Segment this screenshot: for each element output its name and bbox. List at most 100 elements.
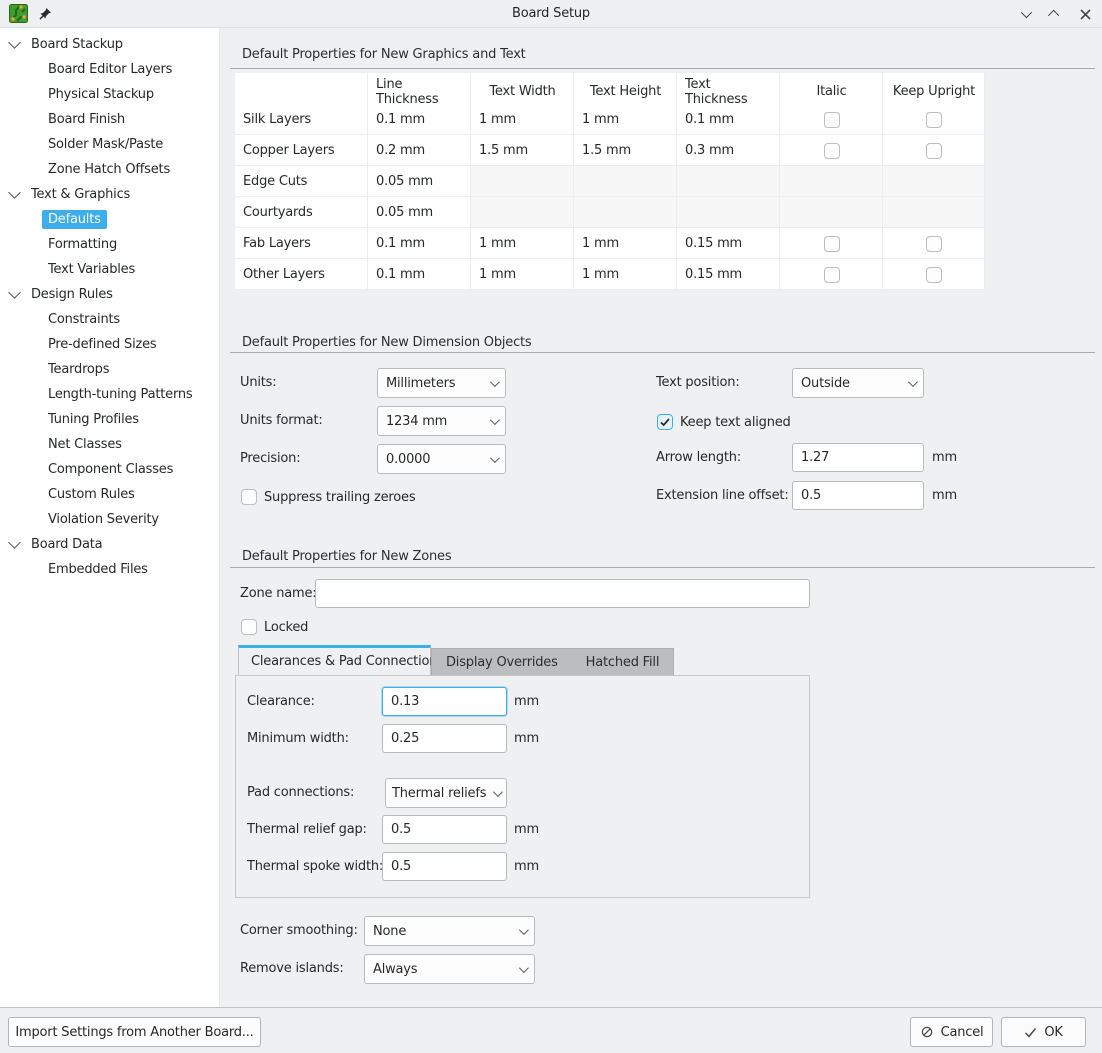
cell-other-line-thickness[interactable]: 0.1 mm <box>368 259 471 290</box>
thermal-spoke-width-input[interactable] <box>382 852 507 881</box>
sidebar-item-custom-rules[interactable]: Custom Rules <box>0 482 219 507</box>
corner-smoothing-select[interactable]: None <box>364 916 535 946</box>
thermal-relief-gap-input[interactable] <box>382 815 507 844</box>
ok-button[interactable]: OK <box>1001 1017 1086 1047</box>
cell-silk-text-height[interactable]: 1 mm <box>574 104 677 135</box>
shade-icon[interactable] <box>1018 7 1032 21</box>
sidebar-item-length-tuning-patterns[interactable]: Length-tuning Patterns <box>0 382 219 407</box>
sidebar-item-tuning-profiles[interactable]: Tuning Profiles <box>0 407 219 432</box>
cell-fab-keep-upright <box>883 228 985 259</box>
chevron-down-icon[interactable] <box>8 286 21 299</box>
unshade-icon[interactable] <box>1048 7 1062 21</box>
cell-other-text-height[interactable]: 1 mm <box>574 259 677 290</box>
sidebar-item-board-finish[interactable]: Board Finish <box>0 107 219 132</box>
keep-text-aligned-checkbox[interactable] <box>657 414 673 430</box>
sidebar-item-label: Embedded Files <box>48 562 148 577</box>
cancel-button[interactable]: Cancel <box>910 1017 993 1047</box>
keep-upright-checkbox[interactable] <box>926 143 942 159</box>
sidebar-item-teardrops[interactable]: Teardrops <box>0 357 219 382</box>
sidebar-item-board-data[interactable]: Board Data <box>0 532 219 557</box>
sidebar-item-constraints[interactable]: Constraints <box>0 307 219 332</box>
sidebar-item-formatting[interactable]: Formatting <box>0 232 219 257</box>
italic-checkbox[interactable] <box>824 267 840 283</box>
cell-courtyards-line-thickness[interactable]: 0.05 mm <box>368 197 471 228</box>
sidebar-item-physical-stackup[interactable]: Physical Stackup <box>0 82 219 107</box>
cell-copper-text-height[interactable]: 1.5 mm <box>574 135 677 166</box>
keep-upright-checkbox[interactable] <box>926 267 942 283</box>
units-label: Units: <box>240 368 276 398</box>
keep-upright-checkbox[interactable] <box>926 112 942 128</box>
sidebar-item-text-graphics[interactable]: Text & Graphics <box>0 182 219 207</box>
sidebar-item-label: Formatting <box>48 237 117 252</box>
chevron-down-icon[interactable] <box>8 536 21 549</box>
sidebar-item-board-stackup[interactable]: Board Stackup <box>0 32 219 57</box>
sidebar-item-board-editor-layers[interactable]: Board Editor Layers <box>0 57 219 82</box>
cell-fab-text-height[interactable]: 1 mm <box>574 228 677 259</box>
chevron-down-icon[interactable] <box>8 36 21 49</box>
sidebar-item-net-classes[interactable]: Net Classes <box>0 432 219 457</box>
import-settings-label: Import Settings from Another Board... <box>15 1025 253 1040</box>
ok-check-icon <box>1024 1026 1037 1039</box>
cell-silk-text-width[interactable]: 1 mm <box>471 104 574 135</box>
locked-checkbox[interactable] <box>241 619 257 635</box>
cell-silk-text-thickness[interactable]: 0.1 mm <box>677 104 780 135</box>
cell-other-text-thickness[interactable]: 0.15 mm <box>677 259 780 290</box>
minimum-width-input[interactable] <box>382 724 507 753</box>
suppress-trailing-zeroes-checkbox[interactable] <box>241 489 257 505</box>
pad-connections-select[interactable]: Thermal reliefs <box>385 778 507 808</box>
cell-edge-line-thickness[interactable]: 0.05 mm <box>368 166 471 197</box>
clearance-input[interactable] <box>382 687 507 716</box>
sidebar-item-violation-severity[interactable]: Violation Severity <box>0 507 219 532</box>
minimum-width-label: Minimum width: <box>247 724 349 753</box>
sidebar-item-design-rules[interactable]: Design Rules <box>0 282 219 307</box>
sidebar-item-label: Length-tuning Patterns <box>48 387 192 402</box>
extension-line-offset-input[interactable] <box>792 481 924 510</box>
units-select[interactable]: Millimeters <box>377 368 506 398</box>
import-settings-button[interactable]: Import Settings from Another Board... <box>8 1017 261 1047</box>
keep-upright-checkbox[interactable] <box>926 236 942 252</box>
arrow-length-input[interactable] <box>792 443 924 472</box>
remove-islands-label: Remove islands: <box>240 954 344 984</box>
tab-display-overrides[interactable]: Display Overrides <box>432 649 572 675</box>
units-format-label: Units format: <box>240 406 323 436</box>
sidebar-item-label: Net Classes <box>48 437 122 452</box>
tab-clearances-pad-connections[interactable]: Clearances & Pad Connections <box>238 645 431 675</box>
cell-disabled <box>471 197 574 228</box>
zones-section-title: Default Properties for New Zones <box>242 549 451 564</box>
sidebar-item-text-variables[interactable]: Text Variables <box>0 257 219 282</box>
italic-checkbox[interactable] <box>824 236 840 252</box>
corner-smoothing-label: Corner smoothing: <box>240 916 358 946</box>
chevron-down-icon[interactable] <box>8 186 21 199</box>
sidebar-item-label: Teardrops <box>48 362 109 377</box>
tab-hatched-fill[interactable]: Hatched Fill <box>572 649 674 675</box>
cell-copper-text-width[interactable]: 1.5 mm <box>471 135 574 166</box>
zone-name-label: Zone name: <box>240 579 316 609</box>
titlebar: Board Setup <box>0 0 1102 28</box>
units-format-select[interactable]: 1234 mm <box>377 406 506 436</box>
precision-select[interactable]: 0.0000 <box>377 444 506 474</box>
remove-islands-select[interactable]: Always <box>364 954 535 984</box>
cell-fab-text-thickness[interactable]: 0.15 mm <box>677 228 780 259</box>
sidebar-item-defaults[interactable]: Defaults <box>0 207 219 232</box>
sidebar-item-solder-mask-paste[interactable]: Solder Mask/Paste <box>0 132 219 157</box>
sidebar-item-zone-hatch-offsets[interactable]: Zone Hatch Offsets <box>0 157 219 182</box>
cell-fab-line-thickness[interactable]: 0.1 mm <box>368 228 471 259</box>
italic-checkbox[interactable] <box>824 143 840 159</box>
ok-label: OK <box>1044 1025 1062 1040</box>
cell-silk-line-thickness[interactable]: 0.1 mm <box>368 104 471 135</box>
cell-silk-italic <box>780 104 883 135</box>
cell-fab-italic <box>780 228 883 259</box>
cell-copper-line-thickness[interactable]: 0.2 mm <box>368 135 471 166</box>
sidebar-item-label: Solder Mask/Paste <box>48 137 163 152</box>
cell-fab-text-width[interactable]: 1 mm <box>471 228 574 259</box>
cell-copper-text-thickness[interactable]: 0.3 mm <box>677 135 780 166</box>
sidebar-item-embedded-files[interactable]: Embedded Files <box>0 557 219 582</box>
close-icon[interactable] <box>1078 7 1092 21</box>
italic-checkbox[interactable] <box>824 112 840 128</box>
text-position-select[interactable]: Outside <box>792 368 924 398</box>
sidebar-item-component-classes[interactable]: Component Classes <box>0 457 219 482</box>
cell-other-text-width[interactable]: 1 mm <box>471 259 574 290</box>
zone-name-input[interactable] <box>315 579 810 608</box>
sidebar-item-pre-defined-sizes[interactable]: Pre-defined Sizes <box>0 332 219 357</box>
dialog-footer: Import Settings from Another Board... Ca… <box>0 1007 1102 1053</box>
